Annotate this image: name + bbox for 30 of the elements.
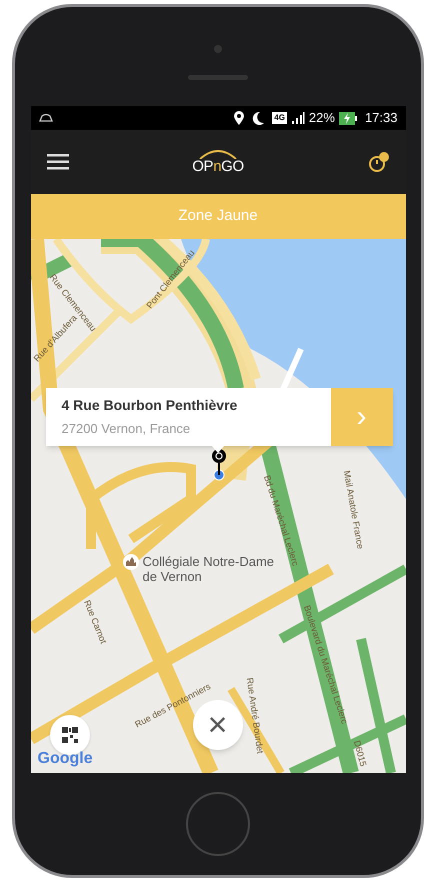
logo-arc-icon: [198, 149, 238, 159]
church-icon: [122, 554, 138, 570]
address-title: 4 Rue Bourbon Penthièvre: [62, 396, 238, 416]
menu-icon[interactable]: [46, 154, 68, 170]
camera-icon: [214, 45, 222, 53]
logo-letters: GO: [221, 158, 244, 175]
poi[interactable]: Collégiale Notre-Dame de Vernon: [122, 554, 282, 584]
logo-letters: n: [213, 158, 222, 175]
battery-charging-icon: [338, 112, 357, 124]
street-label: D6015: [350, 739, 369, 768]
signal-icon: [290, 112, 305, 124]
poi-label: Collégiale Notre-Dame de Vernon: [142, 554, 275, 584]
zone-label: Zone Jaune: [178, 206, 258, 226]
speaker-grille: [188, 75, 248, 80]
car-icon: [38, 113, 52, 123]
street-label: Rue André Bourdet: [243, 676, 266, 754]
location-pin-icon: [210, 449, 226, 481]
street-label: Mail Anatole France: [340, 470, 366, 550]
network-type: 4G: [272, 112, 287, 124]
clock: 17:33: [364, 109, 398, 128]
moon-icon: [252, 111, 264, 125]
location-icon: [234, 111, 244, 125]
address-subtitle: 27200 Vernon, France: [62, 420, 192, 438]
battery-percent: 22%: [308, 109, 335, 128]
address-card[interactable]: 4 Rue Bourbon Penthièvre 27200 Vernon, France ›: [46, 388, 392, 446]
qr-code-icon: [62, 727, 78, 743]
street-label: Rue Carnot: [80, 598, 109, 646]
timer-badge-icon[interactable]: [368, 151, 390, 173]
logo-letters: OP: [192, 158, 214, 175]
map-attribution: Google: [38, 749, 93, 769]
